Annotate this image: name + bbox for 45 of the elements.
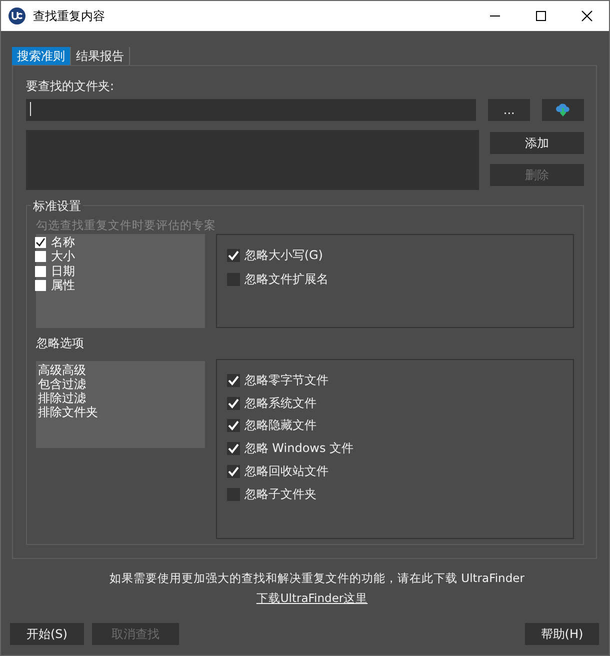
- checkbox-label: 日期: [51, 262, 75, 279]
- checkbox[interactable]: [35, 251, 46, 262]
- tab[interactable]: 结果报告: [71, 47, 130, 65]
- folder-label: 要查找的文件夹:: [26, 78, 116, 95]
- list-item[interactable]: 高级高级: [38, 363, 204, 377]
- download-link[interactable]: 下载UltraFinder这里: [256, 591, 368, 615]
- checkbox-label: 忽略零字节文件: [244, 372, 328, 389]
- cloud-download-icon: [555, 102, 572, 118]
- checkbox-label: 属性: [51, 277, 75, 294]
- checkbox-label: 忽略文件扩展名: [244, 270, 328, 288]
- checkbox-label: 忽略子文件夹: [244, 486, 316, 503]
- checkbox-label: 忽略回收站文件: [244, 463, 328, 480]
- help-button[interactable]: 帮助(H): [525, 623, 599, 645]
- checkbox[interactable]: [35, 266, 46, 277]
- checkbox-label: 忽略隐藏文件: [244, 417, 316, 434]
- group-title: 标准设置: [31, 198, 83, 215]
- checkbox-label: 大小: [51, 248, 75, 265]
- tab[interactable]: 搜索准则: [12, 47, 71, 65]
- checkbox-label: 忽略 Windows 文件: [244, 440, 354, 458]
- checkbox[interactable]: [227, 396, 240, 410]
- close-icon[interactable]: [581, 10, 593, 22]
- list-item[interactable]: 排除文件夹: [38, 405, 204, 419]
- checkbox[interactable]: [35, 236, 46, 248]
- hint-text: 勾选查找重复文件时要评估的专案: [36, 218, 216, 234]
- app-logo-icon: [8, 7, 26, 25]
- list-item[interactable]: 排除过滤: [38, 391, 204, 405]
- checkbox[interactable]: [227, 488, 240, 501]
- maximize-icon[interactable]: [535, 10, 547, 22]
- list-item[interactable]: 包含过滤: [38, 377, 204, 391]
- checkbox[interactable]: [35, 280, 46, 292]
- window-title: 查找重复内容: [33, 8, 105, 24]
- info-text: 如果需要使用更加强大的查找和解决重复文件的功能，请在此下载 UltraFinder: [108, 571, 526, 587]
- checkbox[interactable]: [227, 272, 240, 286]
- checkbox[interactable]: [227, 374, 240, 387]
- checkbox-label: 忽略系统文件: [244, 394, 316, 412]
- section-title: 忽略选项: [36, 335, 85, 352]
- checkbox[interactable]: [227, 442, 240, 456]
- checkbox-label: 忽略大小写(G): [244, 246, 323, 264]
- folder-input-field[interactable]: [26, 99, 476, 121]
- checkbox-label: 名称: [51, 234, 75, 250]
- checkbox[interactable]: [227, 419, 240, 432]
- add-button[interactable]: 添加: [490, 132, 584, 154]
- cloud-button[interactable]: [542, 99, 584, 121]
- dialog-button[interactable]: 开始(S): [10, 623, 84, 645]
- browse-button[interactable]: ...: [488, 99, 530, 121]
